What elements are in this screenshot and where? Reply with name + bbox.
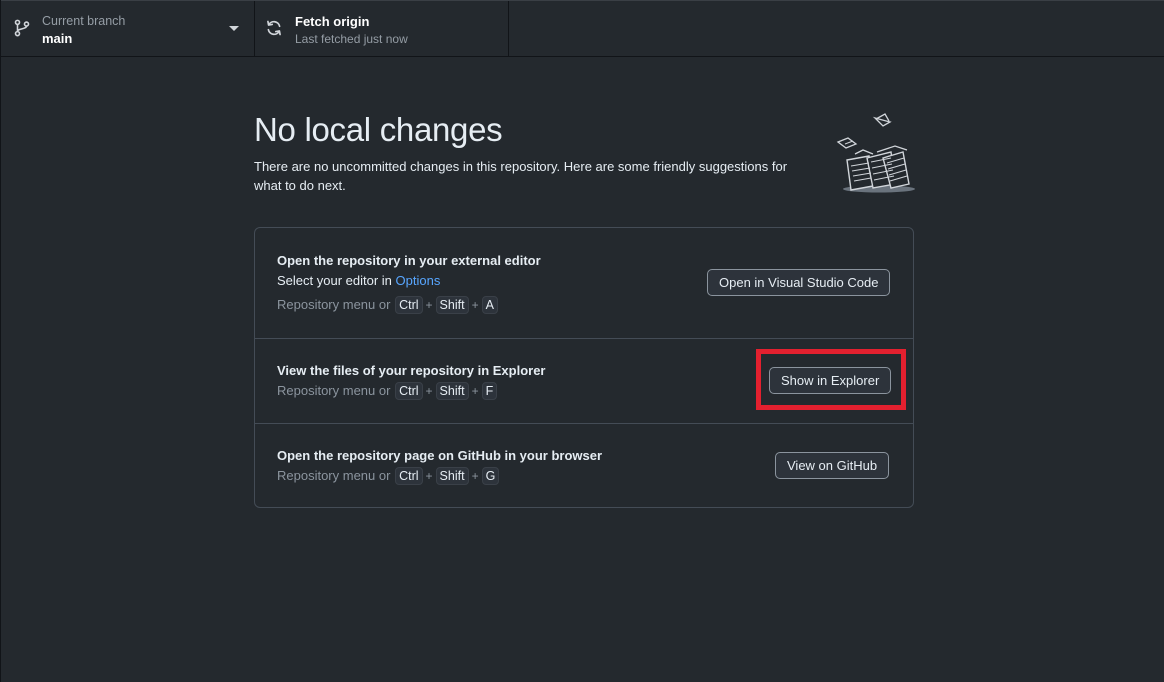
current-branch-button[interactable]: Current branch main bbox=[1, 1, 255, 57]
kbd-separator: + bbox=[471, 298, 479, 312]
chevron-down-icon bbox=[229, 26, 239, 31]
empty-state-illustration bbox=[836, 113, 915, 193]
options-link[interactable]: Options bbox=[396, 273, 441, 288]
current-branch-name: main bbox=[42, 31, 73, 46]
shortcut-hint: Repository menu or Ctrl + Shift + G bbox=[277, 467, 500, 485]
kbd-shift: Shift bbox=[435, 296, 469, 314]
suggestion-title: Open the repository in your external edi… bbox=[277, 253, 541, 268]
suggestion-show-explorer: View the files of your repository in Exp… bbox=[255, 339, 913, 424]
suggestions-panel: Open the repository in your external edi… bbox=[254, 227, 914, 508]
git-branch-icon bbox=[14, 19, 30, 37]
suggestion-title: Open the repository page on GitHub in yo… bbox=[277, 448, 603, 463]
kbd-separator: + bbox=[425, 469, 433, 483]
suggestion-open-editor: Open the repository in your external edi… bbox=[255, 228, 913, 339]
kbd-ctrl: Ctrl bbox=[395, 382, 423, 400]
fetch-origin-button[interactable]: Fetch origin Last fetched just now bbox=[255, 1, 509, 57]
open-in-vscode-button[interactable]: Open in Visual Studio Code bbox=[707, 269, 891, 296]
shortcut-hint: Repository menu or Ctrl + Shift + F bbox=[277, 382, 498, 400]
kbd-shift: Shift bbox=[435, 382, 469, 400]
kbd-separator: + bbox=[425, 384, 433, 398]
suggestion-view-github: Open the repository page on GitHub in yo… bbox=[255, 424, 913, 507]
suggestion-subtitle-text: Select your editor in bbox=[277, 273, 396, 288]
shortcut-prefix: Repository menu or bbox=[277, 297, 391, 312]
show-in-explorer-button[interactable]: Show in Explorer bbox=[769, 367, 892, 394]
suggestion-subtitle: Select your editor in Options bbox=[277, 273, 440, 289]
kbd-separator: + bbox=[471, 384, 479, 398]
current-branch-caption: Current branch bbox=[42, 14, 126, 28]
suggestion-title: View the files of your repository in Exp… bbox=[277, 363, 546, 378]
kbd-key: G bbox=[481, 467, 500, 485]
kbd-key: F bbox=[481, 382, 498, 400]
kbd-key: A bbox=[481, 296, 498, 314]
kbd-ctrl: Ctrl bbox=[395, 467, 423, 485]
shortcut-prefix: Repository menu or bbox=[277, 468, 391, 483]
view-on-github-button[interactable]: View on GitHub bbox=[775, 452, 890, 479]
kbd-separator: + bbox=[425, 298, 433, 312]
shortcut-prefix: Repository menu or bbox=[277, 383, 391, 398]
fetch-origin-label: Fetch origin bbox=[295, 14, 370, 29]
kbd-ctrl: Ctrl bbox=[395, 296, 423, 314]
shortcut-hint: Repository menu or Ctrl + Shift + A bbox=[277, 296, 499, 314]
kbd-separator: + bbox=[471, 469, 479, 483]
page-description: There are no uncommitted changes in this… bbox=[254, 159, 788, 193]
app-window: Current branch main Fetch origin Last fe… bbox=[0, 0, 1164, 682]
page-title: No local changes bbox=[254, 111, 503, 148]
kbd-shift: Shift bbox=[435, 467, 469, 485]
last-fetched-label: Last fetched just now bbox=[295, 32, 408, 46]
sync-icon bbox=[267, 20, 281, 36]
toolbar: Current branch main Fetch origin Last fe… bbox=[1, 0, 1164, 57]
